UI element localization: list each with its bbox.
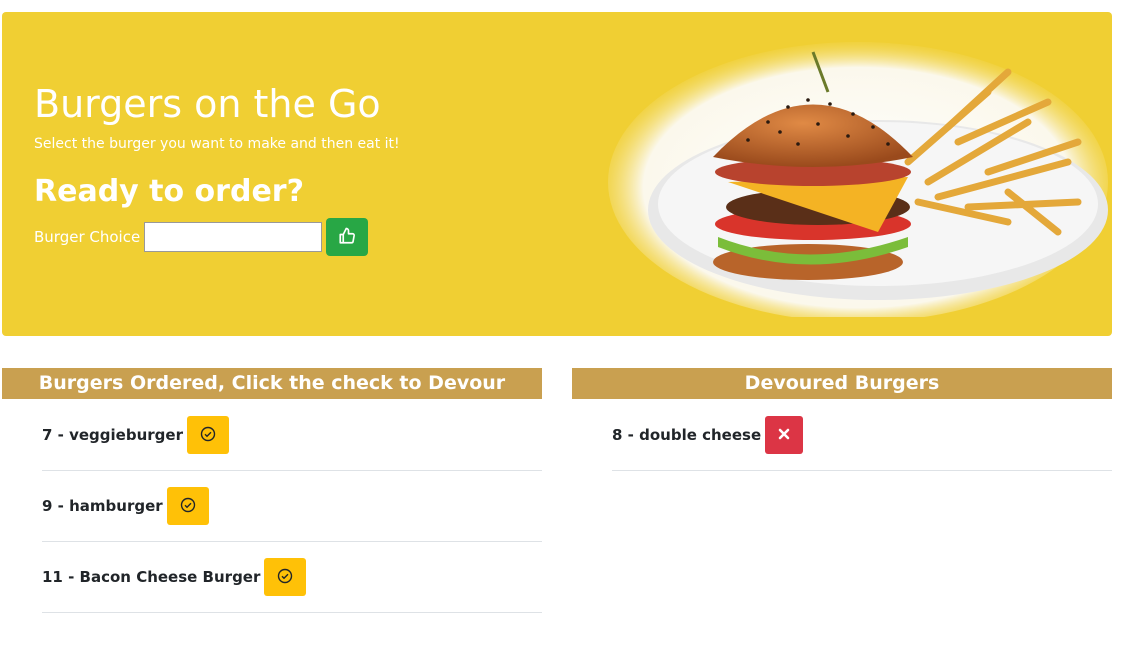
page-subtitle: Select the burger you want to make and t… [34, 136, 400, 152]
devoured-burger-list: 8 - double cheese [612, 400, 1112, 471]
burger-label: 7 - veggieburger [42, 426, 183, 444]
check-circle-icon [200, 426, 216, 445]
burger-choice-label: Burger Choice [34, 228, 141, 246]
ordered-section-heading: Burgers Ordered, Click the check to Devo… [2, 368, 542, 399]
submit-order-button[interactable] [326, 218, 369, 256]
devour-button[interactable] [186, 416, 229, 454]
burger-label: 9 - hamburger [42, 497, 163, 515]
burger-and-fries-photo [608, 32, 1108, 322]
order-heading: Ready to order? [34, 174, 304, 209]
order-form: Burger Choice [34, 218, 369, 256]
devour-button[interactable] [166, 487, 209, 525]
burger-choice-input[interactable] [144, 222, 323, 252]
jumbotron: Burgers on the Go Select the burger you … [2, 12, 1112, 336]
devour-button[interactable] [264, 558, 307, 596]
list-item: 11 - Bacon Cheese Burger [42, 542, 542, 613]
list-item: 8 - double cheese [612, 400, 1112, 471]
page-title: Burgers on the Go [34, 82, 381, 126]
burger-label: 11 - Bacon Cheese Burger [42, 568, 261, 586]
devoured-section-heading: Devoured Burgers [572, 368, 1112, 399]
list-item: 9 - hamburger [42, 471, 542, 542]
delete-button[interactable] [765, 416, 804, 454]
burger-label: 8 - double cheese [612, 426, 762, 444]
thumbs-up-icon [338, 227, 356, 248]
close-icon [778, 428, 790, 443]
check-circle-icon [277, 568, 293, 587]
ordered-burger-list: 7 - veggieburger 9 - hamburger 11 - Baco… [42, 400, 542, 613]
check-circle-icon [180, 497, 196, 516]
list-item: 7 - veggieburger [42, 400, 542, 471]
